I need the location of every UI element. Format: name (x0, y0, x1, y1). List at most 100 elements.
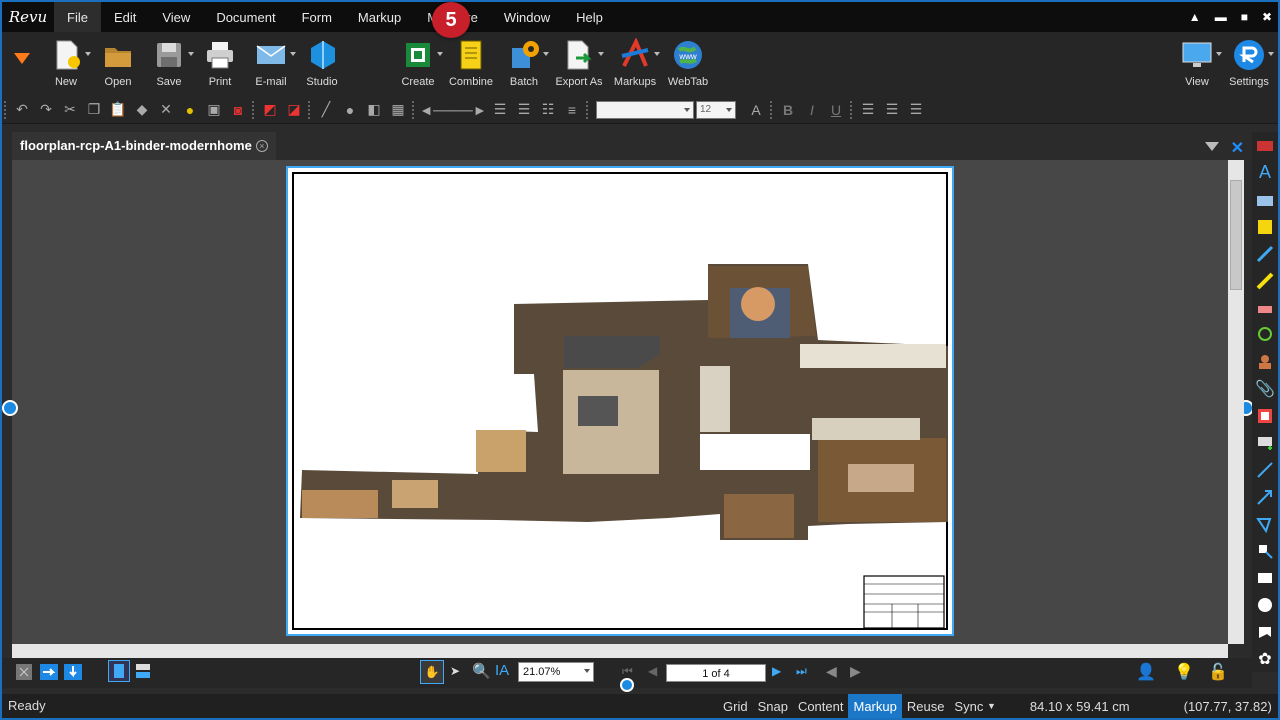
view-button[interactable]: View (1172, 38, 1222, 88)
italic-button[interactable]: I (800, 99, 824, 121)
tape-icon[interactable]: ● (178, 99, 202, 121)
lock-icon[interactable]: 🔓 (1208, 662, 1228, 682)
last-page-icon[interactable]: ⏭ (796, 664, 807, 679)
line-style-icon[interactable]: ☰ (488, 99, 512, 121)
font-size-select[interactable]: 12 (696, 100, 736, 119)
format-icon[interactable]: ◪ (282, 99, 306, 121)
redo-icon[interactable]: ↷ (34, 99, 58, 121)
cloud-tool-icon[interactable] (1252, 618, 1278, 645)
previous-view-icon[interactable]: ◀ (826, 663, 837, 680)
zoom-level-input[interactable]: 21.07% (518, 662, 594, 682)
line-color-icon[interactable]: ╱ (314, 99, 338, 121)
align-center-icon[interactable]: ☰ (880, 99, 904, 121)
line-weight-icon[interactable]: ≡ (560, 99, 584, 121)
menu-help[interactable]: Help (563, 2, 616, 32)
save-button[interactable]: Save (144, 38, 194, 88)
minimize-icon[interactable]: ▬ (1215, 10, 1227, 24)
pen-icon[interactable] (1252, 240, 1278, 267)
create-button[interactable]: Create (393, 38, 443, 88)
markups-button[interactable]: Markups (610, 37, 660, 88)
note-icon[interactable] (1252, 213, 1278, 240)
menu-file[interactable]: File (54, 2, 101, 32)
email-button[interactable]: E-mail (246, 38, 296, 88)
polygon-tool-icon[interactable] (1252, 537, 1278, 564)
menu-view[interactable]: View (149, 2, 203, 32)
tab-list-dropdown-icon[interactable] (1204, 141, 1219, 155)
first-page-icon[interactable]: ⏮ (622, 664, 633, 679)
align-right-icon[interactable]: ☰ (904, 99, 928, 121)
horizontal-scrollbar[interactable] (12, 644, 1228, 658)
line-width-icon[interactable]: ☰ (512, 99, 536, 121)
grid-toggle[interactable]: Grid (718, 694, 753, 718)
collapse-panel-icon[interactable] (1252, 132, 1278, 159)
close-pane-icon[interactable] (16, 664, 32, 683)
properties-icon[interactable]: ◩ (258, 99, 282, 121)
sync-toggle[interactable]: Sync ▼ (949, 694, 1000, 718)
cut-icon[interactable]: ✂ (58, 99, 82, 121)
page-number-input[interactable]: 1 of 4 (666, 664, 766, 682)
lasso-icon[interactable] (1252, 321, 1278, 348)
close-icon[interactable]: ✖ (1262, 10, 1272, 24)
eraser-tool-icon[interactable] (1252, 294, 1278, 321)
print-button[interactable]: Print (195, 38, 245, 88)
revu-logo[interactable]: Revu (2, 2, 54, 32)
line-pattern-icon[interactable]: ☷ (536, 99, 560, 121)
paste-icon[interactable]: 📋 (106, 99, 130, 121)
stamp-icon[interactable]: ▣ (202, 99, 226, 121)
tab-close-icon[interactable]: × (255, 140, 268, 152)
batch-button[interactable]: Batch (499, 38, 549, 88)
line-ends-icon[interactable]: ◄────► (418, 99, 488, 121)
delete-icon[interactable]: ✕ (154, 99, 178, 121)
pan-hand-icon[interactable]: ✋ (420, 660, 444, 684)
select-arrow-icon[interactable]: ➤ (450, 664, 460, 678)
hatch-icon[interactable]: ▦ (386, 99, 410, 121)
gear-tool-icon[interactable]: ✿ (1252, 645, 1278, 672)
reuse-toggle[interactable]: Reuse (902, 694, 950, 718)
lightbulb-icon[interactable]: 💡 (1174, 662, 1194, 682)
ellipse-tool-icon[interactable] (1252, 591, 1278, 618)
drawing-page[interactable] (286, 166, 954, 636)
document-canvas[interactable] (12, 160, 1228, 644)
export-down-icon[interactable] (64, 664, 82, 683)
open-button[interactable]: Open (93, 38, 143, 88)
menu-form[interactable]: Form (289, 2, 345, 32)
revu-menu-arrow-icon[interactable] (12, 50, 32, 69)
next-view-icon[interactable]: ▶ (850, 663, 861, 680)
attachment-icon[interactable]: 📎 (1252, 375, 1278, 402)
next-page-icon[interactable]: ▶ (772, 664, 781, 678)
vertical-scroll-thumb[interactable] (1230, 180, 1242, 290)
menu-edit[interactable]: Edit (101, 2, 149, 32)
bold-button[interactable]: B (776, 99, 800, 121)
ribbon-collapse-icon[interactable]: ▲ (1189, 10, 1201, 24)
rectangle-tool-icon[interactable] (1252, 564, 1278, 591)
maximize-icon[interactable]: ■ (1241, 10, 1248, 24)
line-tool-icon[interactable] (1252, 456, 1278, 483)
user-icon[interactable]: 👤 (1136, 662, 1156, 682)
snap-toggle[interactable]: Snap (753, 694, 793, 718)
settings-button[interactable]: Settings (1224, 38, 1274, 88)
markup-toggle[interactable]: Markup (848, 694, 902, 718)
previous-page-icon[interactable]: ◀ (648, 664, 657, 678)
undo-icon[interactable]: ↶ (10, 99, 34, 121)
menu-window[interactable]: Window (491, 2, 563, 32)
text-tool-icon[interactable]: A (1252, 159, 1278, 186)
combine-button[interactable]: Combine (446, 38, 496, 88)
continuous-page-icon[interactable] (134, 662, 152, 683)
webtab-button[interactable]: www WebTab (663, 38, 713, 88)
close-document-icon[interactable]: ✕ (1231, 138, 1244, 158)
content-toggle[interactable]: Content (793, 694, 849, 718)
fill-color-icon[interactable]: ● (338, 99, 362, 121)
font-family-select[interactable] (596, 100, 694, 119)
eraser-icon[interactable]: ◆ (130, 99, 154, 121)
stamp-tool-icon[interactable] (1252, 348, 1278, 375)
bottom-panel-handle[interactable] (620, 678, 634, 692)
highlighter-icon[interactable] (1252, 267, 1278, 294)
select-text-icon[interactable]: IA (495, 662, 509, 679)
import-icon[interactable] (40, 664, 58, 683)
polyline-tool-icon[interactable] (1252, 510, 1278, 537)
image-icon[interactable] (1252, 402, 1278, 429)
underline-button[interactable]: U (824, 99, 848, 121)
shape-icon[interactable]: ◧ (362, 99, 386, 121)
redact-icon[interactable]: ◙ (226, 99, 250, 121)
export-as-button[interactable]: Export As (554, 38, 604, 88)
